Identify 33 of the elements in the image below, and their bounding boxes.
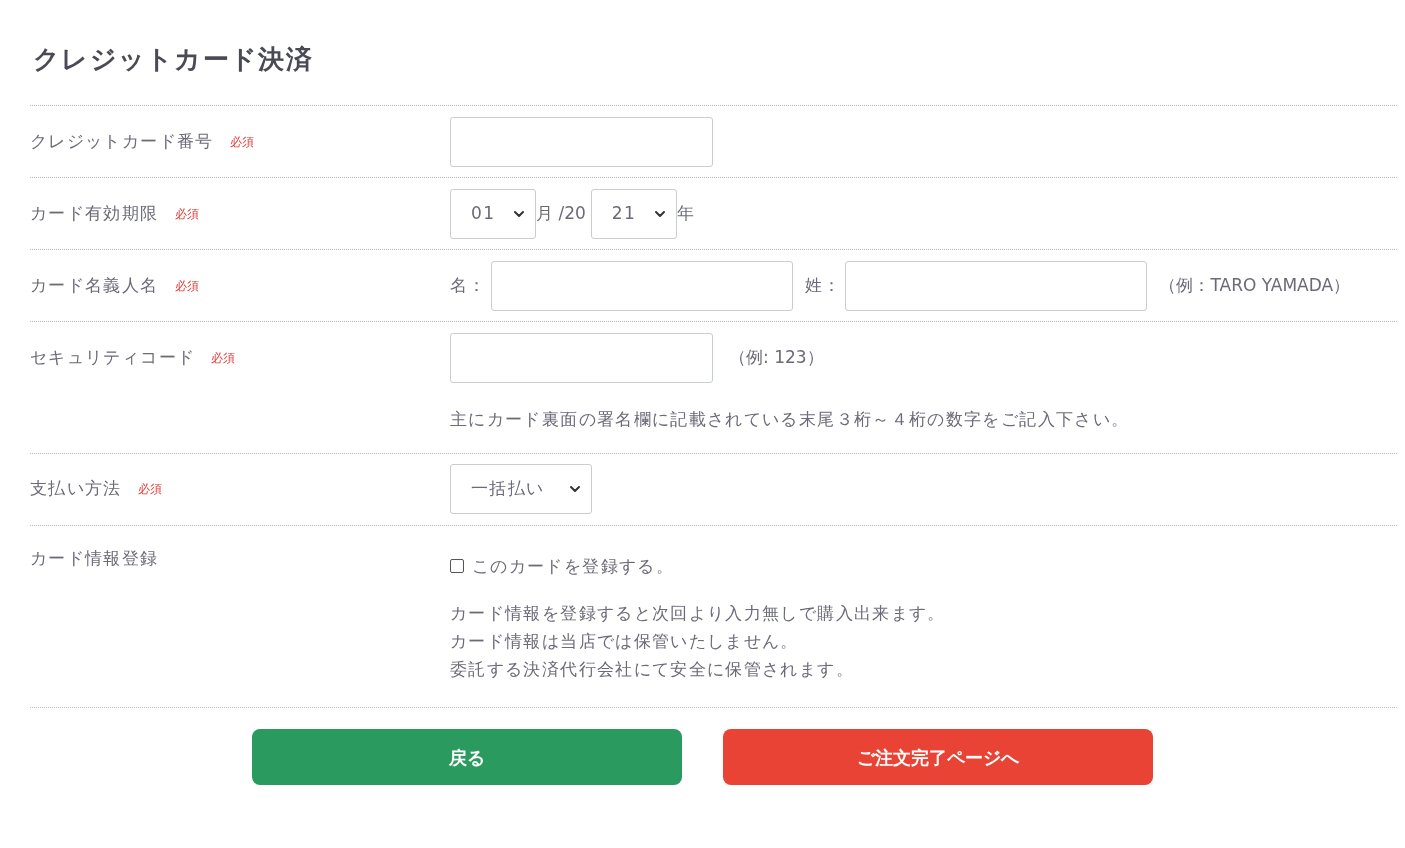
- info-text: カード情報を登録すると次回より入力無しで購入出来ます。: [450, 602, 946, 625]
- required-label: 必須: [174, 205, 199, 223]
- field-label: カード名義人名: [30, 273, 159, 297]
- submit-button[interactable]: ご注文完了ページへ: [723, 729, 1153, 785]
- required-label: 必須: [211, 350, 236, 367]
- back-button[interactable]: 戻る: [252, 729, 682, 785]
- required-label: 必須: [174, 277, 199, 295]
- example-text: （例：TARO YAMADA）: [1159, 273, 1351, 297]
- field-label: クレジットカード番号: [30, 129, 214, 153]
- info-text: 委託する決済代行会社にて安全に保管されます。: [450, 658, 855, 681]
- payment-method-select[interactable]: 一括払い: [450, 464, 592, 514]
- first-name-label: 名：: [450, 273, 487, 297]
- info-text: カード情報は当店では保管いたしません。: [450, 630, 800, 653]
- example-text: （例: 123）: [729, 346, 824, 370]
- field-label: セキュリティコード: [30, 346, 196, 370]
- page-title: クレジットカード決済: [32, 43, 314, 76]
- last-name-field[interactable]: [845, 260, 1148, 311]
- required-label: 必須: [137, 481, 162, 498]
- field-label: カード情報登録: [30, 546, 159, 570]
- security-code-note: 主にカード裏面の署名欄に記載されている末尾３桁～４桁の数字をご記入下さい。: [450, 408, 1130, 431]
- month-separator: 月 /20: [536, 201, 586, 225]
- year-suffix: 年: [676, 201, 696, 225]
- checkbox-label[interactable]: このカードを登録する。: [472, 553, 674, 579]
- field-label: カード有効期限: [30, 201, 159, 225]
- first-name-field[interactable]: [490, 260, 793, 311]
- register-checkbox[interactable]: [450, 559, 464, 574]
- card-number-field[interactable]: [450, 116, 713, 167]
- month-select[interactable]: 01: [450, 188, 536, 239]
- year-select[interactable]: 21: [590, 188, 677, 239]
- last-name-label: 姓：: [804, 273, 842, 297]
- security-code-field[interactable]: [450, 333, 713, 383]
- required-label: 必須: [229, 133, 254, 151]
- field-label: 支払い方法: [30, 477, 122, 501]
